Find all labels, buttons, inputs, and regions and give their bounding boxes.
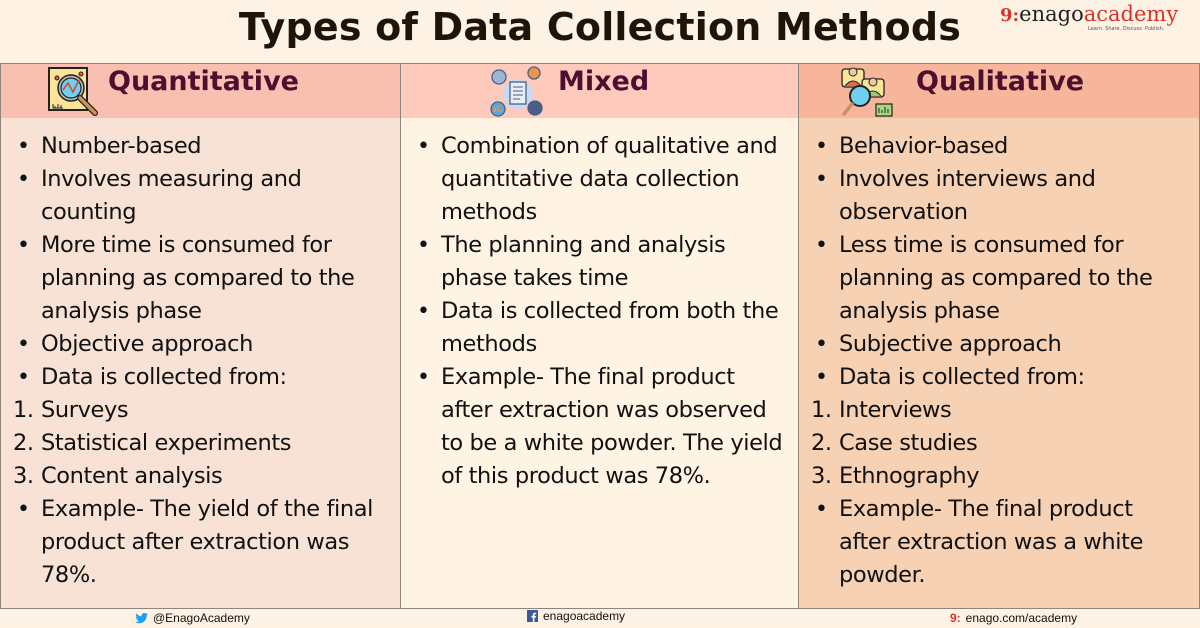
item-text: Behavior-based [839,133,1008,159]
people-magnifier-icon [840,66,896,118]
numbered-list-item: 3. Ethnography [811,460,1189,493]
item-text: Surveys [41,397,129,423]
item-text: Example- The yield of the final product … [41,496,373,588]
item-text: Example- The final product after extract… [839,496,1144,588]
numbered-list-item: 3. Content analysis [13,460,390,493]
item-text: More time is consumed for planning as co… [41,232,355,324]
item-text: Data is collected from both the methods [441,298,779,357]
footer-website[interactable]: 9: enago.com/academy [950,611,1077,625]
item-number: 3. [811,463,832,489]
column-header-qualitative: Qualitative [799,64,1199,118]
enago-mark-icon: 9: [950,611,961,625]
list-item: The planning and analysis phase takes ti… [415,229,788,295]
item-text: Objective approach [41,331,253,357]
logo-mark: 9: [1000,5,1020,26]
list-item: Combination of qualitative and quantitat… [415,130,788,229]
item-text: The planning and analysis phase takes ti… [441,232,726,291]
numbered-list-item: 1. Surveys [13,394,390,427]
numbered-list-item: 2. Statistical experiments [13,427,390,460]
numbered-list-item: 2. Case studies [811,427,1189,460]
footer: @EnagoAcademy enagoacademy 9: enago.com/… [0,609,1200,628]
list-item: Example- The final product after extract… [415,361,788,493]
item-text: Interviews [839,397,952,423]
column-title-quantitative: Quantitative [108,66,299,97]
logo-academy: academy [1083,2,1179,26]
enago-academy-logo: 9:enagoacademy Learn. Share. Discuss. Pu… [1000,2,1190,34]
list-item: Behavior-based [813,130,1189,163]
item-text: Involves interviews and observation [839,166,1096,225]
item-text: Involves measuring and counting [41,166,302,225]
list-item: Data is collected from: [813,361,1189,394]
facebook-icon [527,610,538,622]
column-header-quantitative: Quantitative [1,64,400,118]
comparison-table: Quantitative Number-based Involves measur… [0,63,1200,609]
item-text: Number-based [41,133,202,159]
magnifier-chart-icon [47,66,103,118]
item-number: 2. [811,430,832,456]
column-title-mixed: Mixed [558,66,650,97]
document-network-icon [490,66,546,118]
item-number: 3. [13,463,34,489]
list-item: More time is consumed for planning as co… [15,229,390,328]
column-mixed: Mixed Combination of qualitative and qua… [401,63,799,609]
item-text: Case studies [839,430,978,456]
column-quantitative: Quantitative Number-based Involves measur… [0,63,401,609]
item-text: Data is collected from: [839,364,1085,390]
mixed-list: Combination of qualitative and quantitat… [415,130,788,493]
item-text: Combination of qualitative and quantitat… [441,133,778,225]
item-text: Content analysis [41,463,223,489]
quantitative-list: Number-based Involves measuring and count… [13,130,390,592]
item-number: 1. [811,397,832,423]
footer-facebook[interactable]: enagoacademy [527,609,625,623]
column-title-qualitative: Qualitative [916,66,1085,97]
item-text: Subjective approach [839,331,1062,357]
numbered-list-item: 1. Interviews [811,394,1189,427]
list-item: Involves interviews and observation [813,163,1189,229]
list-item: Example- The yield of the final product … [15,493,390,592]
twitter-handle: @EnagoAcademy [153,611,250,625]
item-text: Ethnography [839,463,980,489]
item-text: Data is collected from: [41,364,287,390]
item-number: 1. [13,397,34,423]
list-item: Subjective approach [813,328,1189,361]
list-item: Involves measuring and counting [15,163,390,229]
item-text: Statistical experiments [41,430,292,456]
footer-twitter[interactable]: @EnagoAcademy [135,611,250,625]
list-item: Number-based [15,130,390,163]
column-qualitative: Qualitative Behavior-based Involves inter… [799,63,1200,609]
list-item: Objective approach [15,328,390,361]
facebook-handle: enagoacademy [543,609,626,623]
list-item: Example- The final product after extract… [813,493,1189,592]
twitter-icon [135,612,148,623]
item-number: 2. [13,430,34,456]
column-header-mixed: Mixed [401,64,798,118]
list-item: Less time is consumed for planning as co… [813,229,1189,328]
list-item: Data is collected from: [15,361,390,394]
logo-tagline: Learn. Share. Discuss. Publish. [1088,26,1165,32]
qualitative-list: Behavior-based Involves interviews and ob… [811,130,1189,592]
list-item: Data is collected from both the methods [415,295,788,361]
website-url: enago.com/academy [965,611,1078,625]
item-text: Example- The final product after extract… [441,364,783,489]
item-text: Less time is consumed for planning as co… [839,232,1153,324]
logo-enago: enago [1019,2,1084,26]
